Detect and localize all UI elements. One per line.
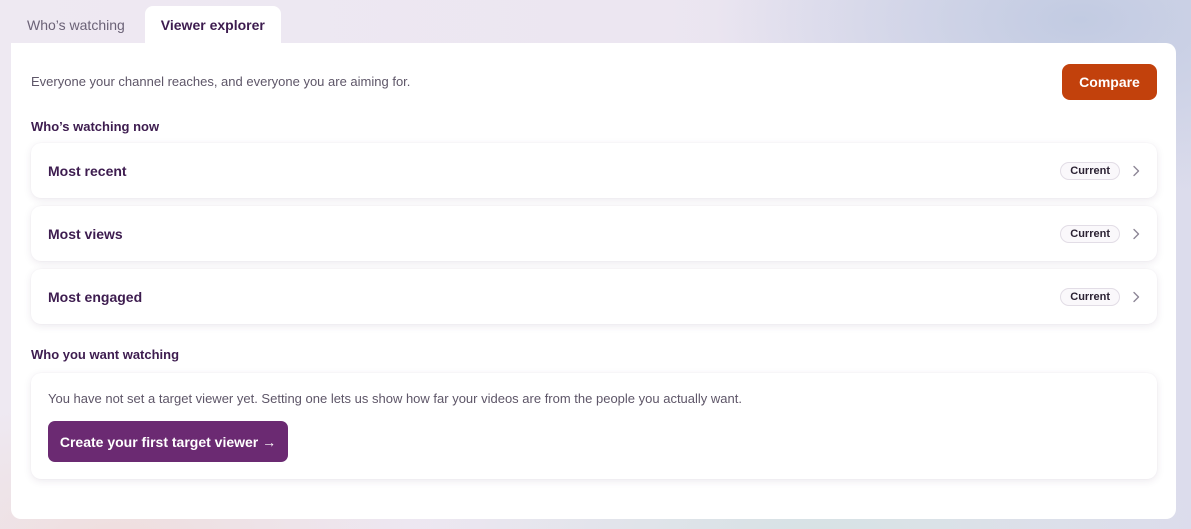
target-viewer-empty-state: You have not set a target viewer yet. Se… [31,373,1157,479]
chevron-right-icon [1133,228,1140,239]
tab-viewer-explorer[interactable]: Viewer explorer [144,6,281,43]
create-target-viewer-button[interactable]: Create your first target viewer → [48,421,288,462]
option-label: Most engaged [48,288,143,305]
viewer-option-most-recent[interactable]: Most recent Current [31,143,1157,198]
tab-whos-watching[interactable]: Who’s watching [11,6,141,43]
option-label: Most views [48,225,123,242]
compare-button[interactable]: Compare [1062,64,1157,100]
panel-description: Everyone your channel reaches, and every… [31,74,411,89]
viewer-explorer-panel: Everyone your channel reaches, and every… [11,43,1176,519]
current-badge: Current [1060,287,1120,306]
viewer-option-most-views[interactable]: Most views Current [31,206,1157,261]
empty-state-text: You have not set a target viewer yet. Se… [48,391,742,406]
current-badge: Current [1060,224,1120,243]
section-title-watching-now: Who’s watching now [31,119,160,134]
current-badge: Current [1060,161,1120,180]
viewer-option-most-engaged[interactable]: Most engaged Current [31,269,1157,324]
chevron-right-icon [1133,291,1140,302]
option-label: Most recent [48,162,127,179]
section-title-want-watching: Who you want watching [31,347,180,362]
tab-bar: Who’s watching Viewer explorer [11,6,281,43]
chevron-right-icon [1133,165,1140,176]
